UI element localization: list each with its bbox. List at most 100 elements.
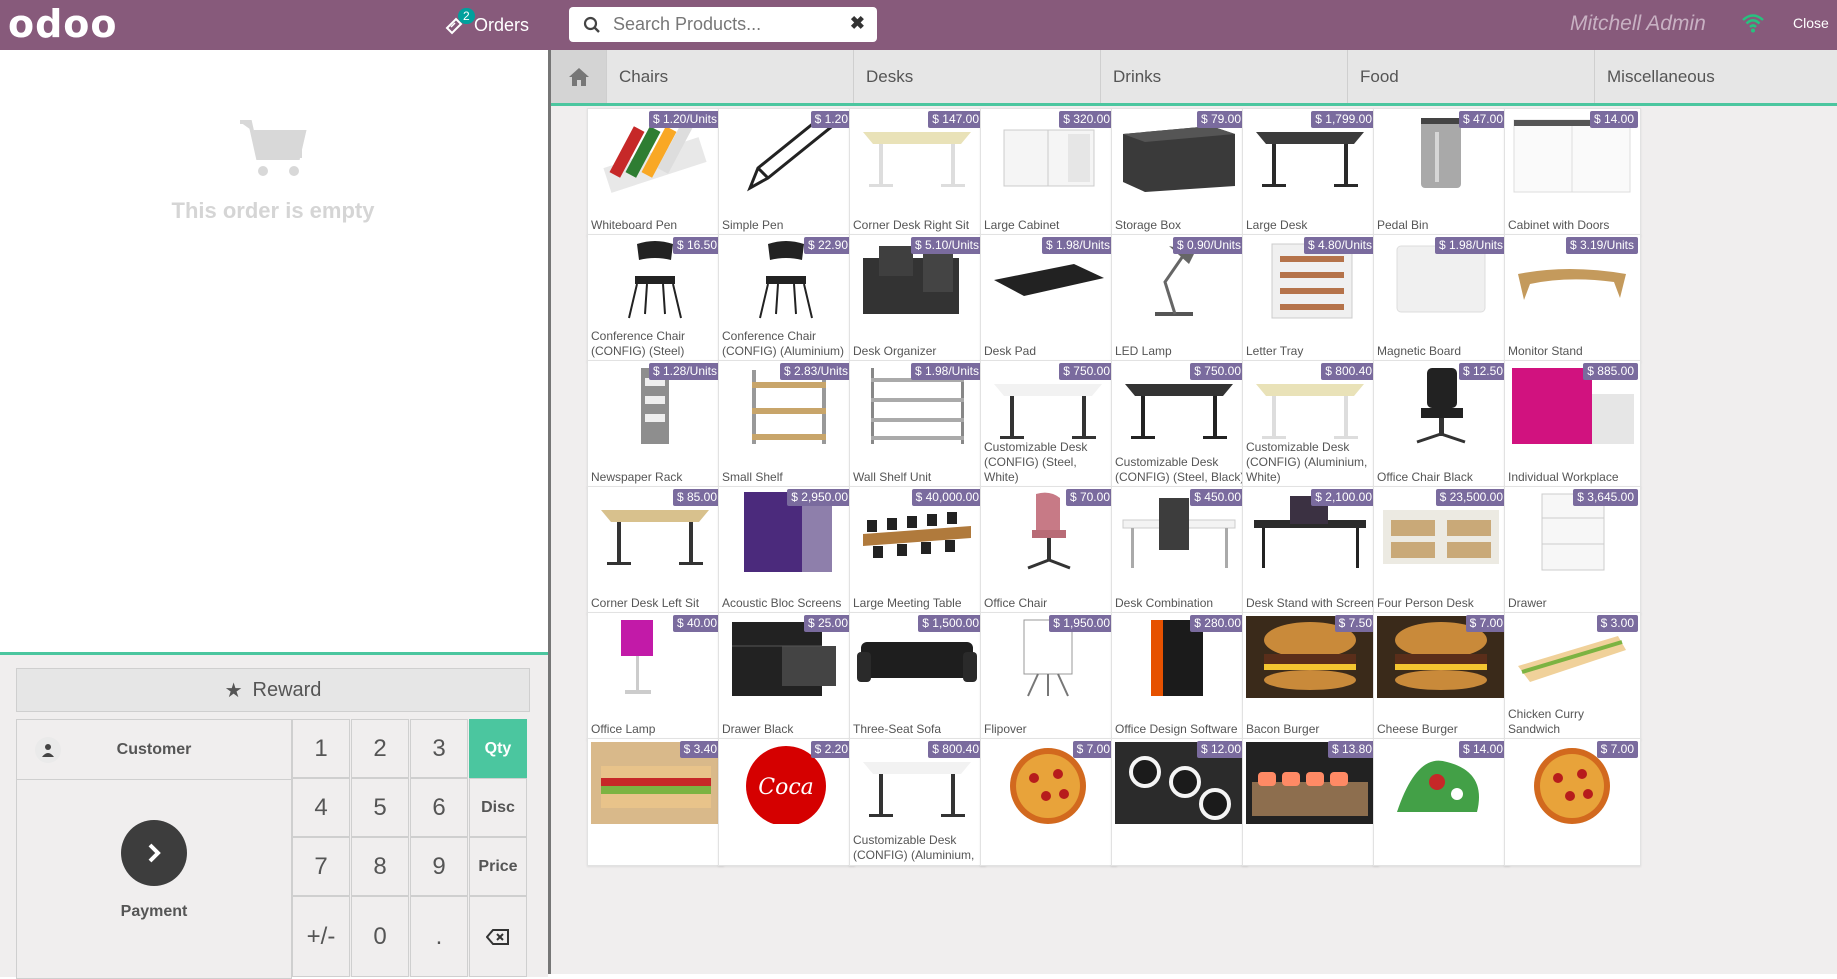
product-card[interactable]: $ 320.00 Large Cabinet <box>980 108 1117 236</box>
price-tag: $ 7.00 <box>1072 741 1114 758</box>
product-name: Drawer Black <box>722 722 794 736</box>
product-card[interactable]: Coca $ 2.20 <box>718 738 855 866</box>
product-name: Office Chair <box>984 596 1048 610</box>
home-category-button[interactable] <box>551 50 606 103</box>
price-tag: $ 14.00 <box>1589 111 1638 128</box>
product-name: Magnetic Board <box>1377 344 1462 358</box>
numpad-key[interactable]: +/- <box>292 896 350 977</box>
numpad-key[interactable]: 5 <box>351 778 409 837</box>
backspace-button[interactable] <box>469 896 527 977</box>
product-card[interactable]: $ 7.00 <box>1504 738 1641 866</box>
product-name: Storage Box <box>1115 218 1182 232</box>
product-card[interactable]: $ 7.00 <box>980 738 1117 866</box>
product-card[interactable]: $ 2,950.00 Acoustic Bloc Screens <box>718 486 855 614</box>
product-card[interactable]: $ 85.00 Corner Desk Left Sit <box>587 486 724 614</box>
price-tag: $ 40.00 <box>672 615 721 632</box>
product-card[interactable]: $ 280.00 Office Design Software <box>1111 612 1248 740</box>
product-card[interactable]: $ 1.98/Units Wall Shelf Unit <box>849 360 986 488</box>
product-card[interactable]: $ 70.00 Office Chair <box>980 486 1117 614</box>
product-card[interactable]: $ 1,950.00 Flipover <box>980 612 1117 740</box>
product-card[interactable]: $ 147.00 Corner Desk Right Sit <box>849 108 986 236</box>
search-box[interactable]: ✖ <box>569 7 877 42</box>
numpad-key[interactable]: 0 <box>351 896 409 977</box>
product-card[interactable]: $ 14.00 Cabinet with Doors <box>1504 108 1641 236</box>
numpad-key[interactable]: . <box>410 896 468 977</box>
product-card[interactable]: $ 3,645.00 Drawer <box>1504 486 1641 614</box>
payment-button[interactable]: Payment <box>16 779 292 979</box>
numpad-key[interactable]: 6 <box>410 778 468 837</box>
mode-qty-button[interactable]: Qty <box>469 719 527 778</box>
product-card[interactable]: $ 4.80/Units Letter Tray <box>1242 234 1379 362</box>
product-card[interactable]: $ 16.50 Conference Chair (CONFIG) (Steel) <box>587 234 724 362</box>
category-chairs[interactable]: Chairs <box>606 50 853 103</box>
product-card[interactable]: $ 750.00 Customizable Desk (CONFIG) (Stee… <box>980 360 1117 488</box>
product-card[interactable]: $ 1,500.00 Three-Seat Sofa <box>849 612 986 740</box>
product-card[interactable]: $ 23,500.00 Four Person Desk <box>1373 486 1510 614</box>
clear-search-icon[interactable]: ✖ <box>850 13 865 34</box>
customer-button[interactable]: Customer <box>16 719 292 780</box>
product-card[interactable]: $ 2.83/Units Small Shelf <box>718 360 855 488</box>
product-card[interactable]: $ 12.50 Office Chair Black <box>1373 360 1510 488</box>
search-input[interactable] <box>611 13 845 36</box>
product-card[interactable]: $ 2,100.00 Desk Stand with Screen <box>1242 486 1379 614</box>
product-card[interactable]: $ 12.00 <box>1111 738 1248 866</box>
numpad-area: Customer Payment 1 2 3 Qty 4 5 6 Disc 7 8 9 Price +/… <box>16 719 530 979</box>
numpad-key[interactable]: 8 <box>351 837 409 896</box>
numpad-key[interactable]: 3 <box>410 719 468 778</box>
price-tag: $ 3,645.00 <box>1573 489 1638 506</box>
numpad-key[interactable]: 1 <box>292 719 350 778</box>
product-card[interactable]: $ 800.40 Customizable Desk (CONFIG) (Alum… <box>849 738 986 866</box>
product-name: Bacon Burger <box>1246 722 1320 736</box>
price-tag: $ 1.98/Units <box>1434 237 1507 254</box>
product-card[interactable]: $ 1,799.00 Large Desk <box>1242 108 1379 236</box>
product-card[interactable]: $ 1.28/Units Newspaper Rack <box>587 360 724 488</box>
product-card[interactable]: $ 3.19/Units Monitor Stand <box>1504 234 1641 362</box>
product-name: Office Design Software <box>1115 722 1238 736</box>
product-card[interactable]: $ 3.40 <box>587 738 724 866</box>
product-card[interactable]: $ 3.00 Chicken Curry Sandwich <box>1504 612 1641 740</box>
price-tag: $ 750.00 <box>1059 363 1114 380</box>
product-card[interactable]: $ 1.98/Units Magnetic Board <box>1373 234 1510 362</box>
orders-button[interactable]: 2 Orders <box>444 8 529 40</box>
price-tag: $ 25.00 <box>803 615 852 632</box>
product-name: Individual Workplace <box>1508 470 1619 484</box>
product-card[interactable]: $ 5.10/Units Desk Organizer <box>849 234 986 362</box>
product-name: Monitor Stand <box>1508 344 1583 358</box>
price-tag: $ 23,500.00 <box>1435 489 1507 506</box>
price-tag: $ 22.90 <box>803 237 852 254</box>
product-card[interactable]: $ 0.90/Units LED Lamp <box>1111 234 1248 362</box>
product-card[interactable]: $ 750.00 Customizable Desk (CONFIG) (Stee… <box>1111 360 1248 488</box>
product-card[interactable]: $ 40,000.00 Large Meeting Table <box>849 486 986 614</box>
product-card[interactable]: $ 7.50 Bacon Burger <box>1242 612 1379 740</box>
product-card[interactable]: $ 14.00 <box>1373 738 1510 866</box>
product-card[interactable]: $ 1.98/Units Desk Pad <box>980 234 1117 362</box>
product-name: Desk Combination <box>1115 596 1214 610</box>
product-card[interactable]: $ 1.20/Units Whiteboard Pen <box>587 108 724 236</box>
product-card[interactable]: $ 450.00 Desk Combination <box>1111 486 1248 614</box>
user-name: Mitchell Admin <box>1570 12 1706 35</box>
price-tag: $ 40,000.00 <box>911 489 983 506</box>
product-card[interactable]: $ 79.00 Storage Box <box>1111 108 1248 236</box>
product-card[interactable]: $ 40.00 Office Lamp <box>587 612 724 740</box>
category-miscellaneous[interactable]: Miscellaneous <box>1594 50 1837 103</box>
product-card[interactable]: $ 47.00 Pedal Bin <box>1373 108 1510 236</box>
reward-button[interactable]: ★ Reward <box>16 668 530 712</box>
category-desks[interactable]: Desks <box>853 50 1100 103</box>
product-card[interactable]: $ 13.80 <box>1242 738 1379 866</box>
product-card[interactable]: $ 25.00 Drawer Black <box>718 612 855 740</box>
product-card[interactable]: $ 800.40 Customizable Desk (CONFIG) (Alum… <box>1242 360 1379 488</box>
numpad-key[interactable]: 4 <box>292 778 350 837</box>
category-drinks[interactable]: Drinks <box>1100 50 1347 103</box>
product-card[interactable]: $ 885.00 Individual Workplace <box>1504 360 1641 488</box>
numpad-key[interactable]: 7 <box>292 837 350 896</box>
mode-disc-button[interactable]: Disc <box>469 778 527 837</box>
category-food[interactable]: Food <box>1347 50 1594 103</box>
mode-price-button[interactable]: Price <box>469 837 527 896</box>
product-card[interactable]: $ 1.20 Simple Pen <box>718 108 855 236</box>
close-button[interactable]: Close <box>1793 15 1829 31</box>
numpad-key[interactable]: 2 <box>351 719 409 778</box>
star-icon: ★ <box>224 679 243 702</box>
product-card[interactable]: $ 22.90 Conference Chair (CONFIG) (Alumin… <box>718 234 855 362</box>
product-card[interactable]: $ 7.00 Cheese Burger <box>1373 612 1510 740</box>
numpad-key[interactable]: 9 <box>410 837 468 896</box>
